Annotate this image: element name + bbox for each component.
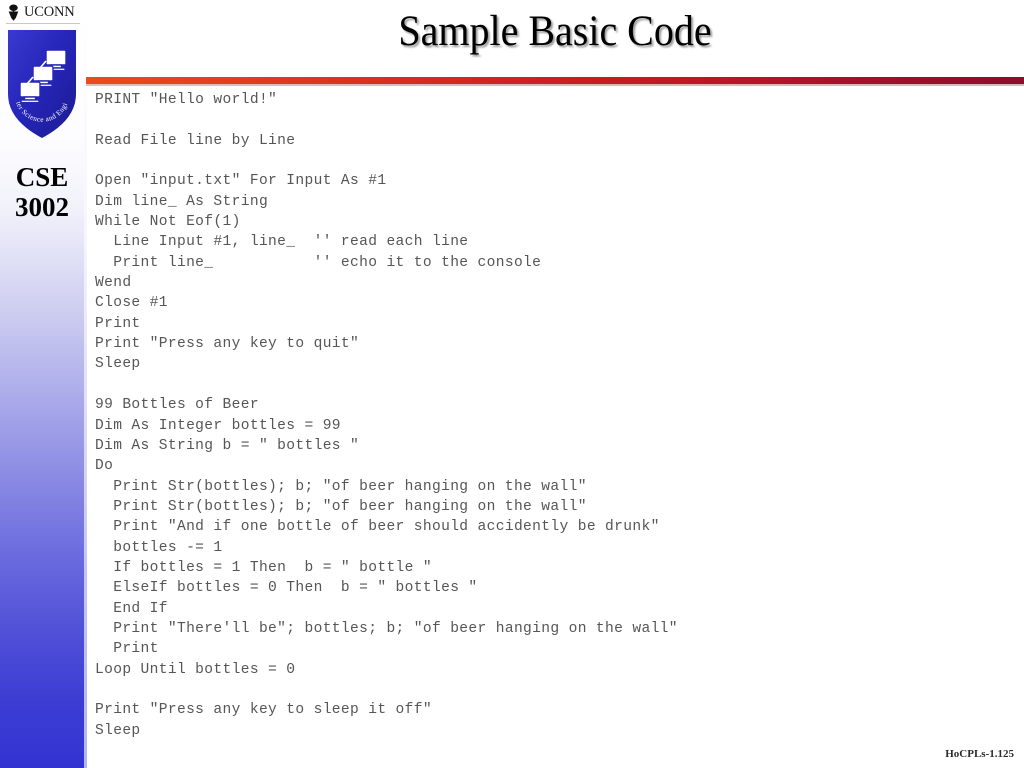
page-title: Sample Basic Code [398,8,712,55]
code-line: Print "There'll be"; bottles; b; "of bee… [95,620,678,637]
code-line: Do [95,458,114,475]
code-line: Print Str(bottles); b; "of beer hanging … [95,478,587,495]
slide-footer: HoCPLs-1.125 [945,748,1014,760]
code-line: Close #1 [95,295,168,312]
code-line: Loop Until bottles = 0 [95,661,296,678]
code-line: bottles -= 1 [95,539,223,556]
cse-shield-icon: Computer Science and Engineering [6,28,76,138]
code-line: Sleep [95,722,141,739]
code-line: While Not Eof(1) [95,214,241,231]
code-line: Print "Press any key to quit" [95,336,360,353]
code-line: Dim As String b = " bottles " [95,437,360,454]
course-code-block: CSE 3002 [0,162,84,222]
code-line: End If [95,600,168,617]
uconn-crest-icon [8,4,19,21]
code-line: Print Str(bottles); b; "of beer hanging … [95,498,587,515]
uconn-wordmark-divider [6,23,80,24]
code-line: PRINT "Hello world!" [95,92,278,108]
code-line: Print [95,315,141,332]
code-line: Dim line_ As String [95,193,269,210]
title-divider-shadow [86,84,1024,86]
code-line: ElseIf bottles = 0 Then b = " bottles " [95,580,478,597]
code-line: Open "input.txt" For Input As #1 [95,173,387,190]
code-line: Print "And if one bottle of beer should … [95,519,660,536]
code-line: 99 Bottles of Beer [95,397,259,414]
course-code-text: CSE [15,162,69,192]
code-line: Print line_ '' echo it to the console [95,254,542,271]
uconn-wordmark: UCONN [6,2,80,22]
code-line: Print "Press any key to sleep it off" [95,702,432,719]
course-number-text: 3002 [15,192,69,222]
code-line: Read File line by Line [95,132,296,149]
code-block: PRINT "Hello world!" Read File line by L… [95,90,1015,741]
uconn-wordmark-text: UCONN [24,3,75,20]
title-divider-rule [86,77,1024,84]
code-line: Print [95,641,159,658]
code-line: Sleep [95,356,141,373]
sidebar-edge-highlight [84,0,87,768]
code-line: Line Input #1, line_ '' read each line [95,234,469,251]
code-line: Wend [95,275,132,292]
code-line: Dim As Integer bottles = 99 [95,417,341,434]
code-line: If bottles = 1 Then b = " bottle " [95,559,432,576]
slide-canvas: UCONN Compu [0,0,1024,768]
